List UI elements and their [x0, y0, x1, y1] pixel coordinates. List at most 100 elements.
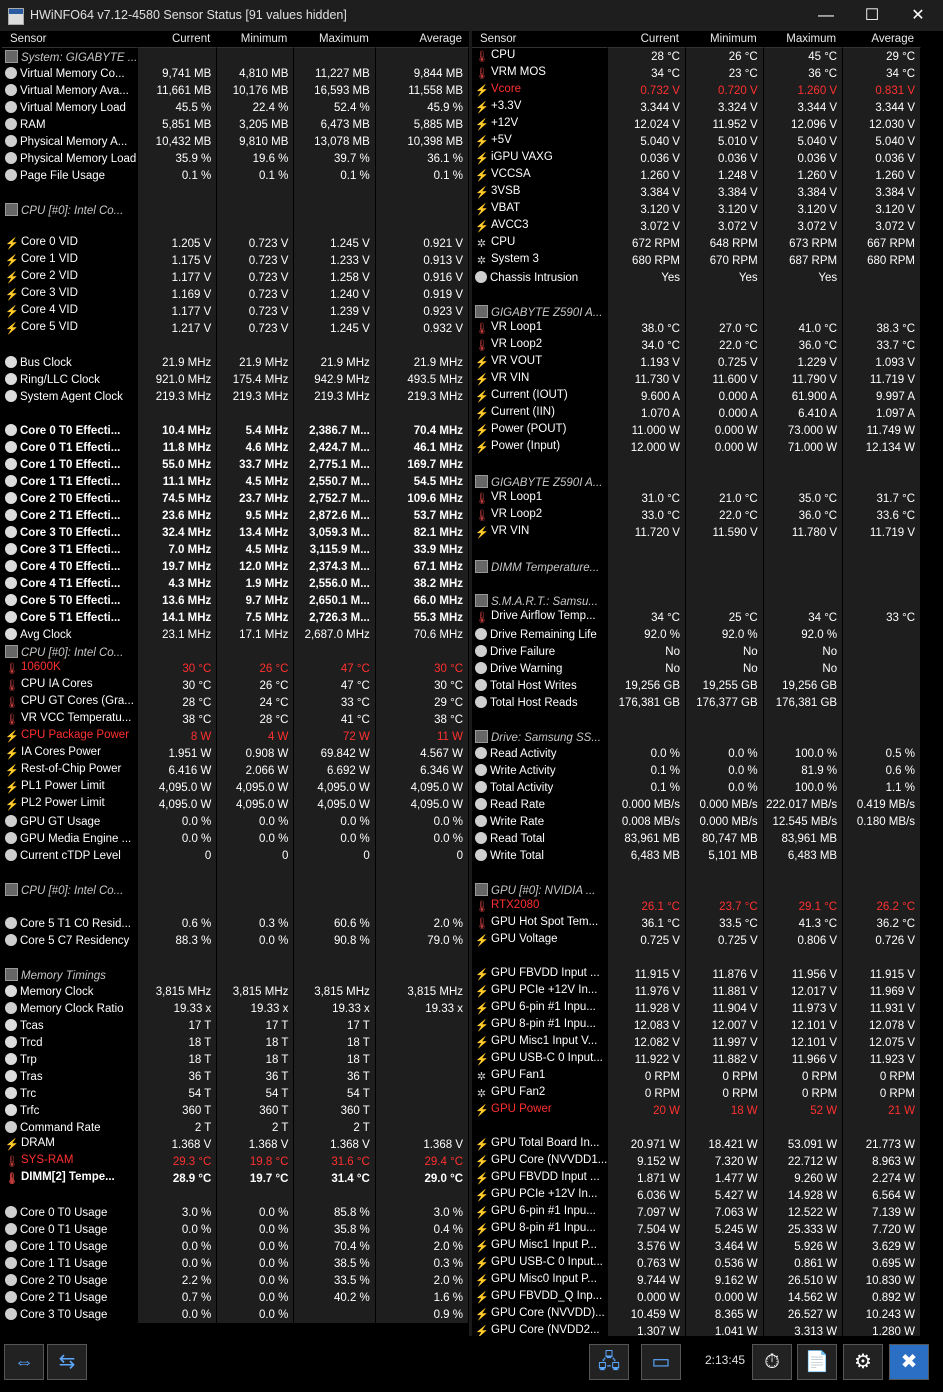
sensor-row[interactable]: 🌡 VR Loop1 31.0 °C 21.0 °C 35.0 °C 31.7 °C	[472, 490, 921, 507]
sensor-group-header[interactable]: System: GIGABYTE ...	[2, 48, 469, 65]
sensor-row[interactable]: Core 5 T0 Effecti... 13.6 MHz 9.7 MHz 2,650…	[2, 592, 469, 609]
sensor-row[interactable]: Core 4 T1 Effecti... 4.3 MHz 1.9 MHz 2,556.…	[2, 575, 469, 592]
sensor-row[interactable]: 🌡 SYS-RAM 29.3 °C 19.8 °C 31.6 °C 29.4 °C	[2, 1153, 469, 1170]
sensor-row[interactable]: Core 0 T0 Usage 3.0 % 0.0 % 85.8 % 3.0 %	[2, 1204, 469, 1221]
column-header-sensor[interactable]: Sensor	[472, 31, 609, 48]
expand-columns-icon[interactable]: ⇔	[4, 1344, 44, 1380]
sensor-row[interactable]: Total Host Reads 176,381 GB 176,377 GB 176,…	[472, 694, 921, 711]
sensor-row[interactable]: ⚡ Rest-of-Chip Power 6.416 W 2.066 W 6.692 W…	[2, 762, 469, 779]
sensor-row[interactable]: Core 2 T1 Effecti... 23.6 MHz 9.5 MHz 2,872…	[2, 507, 469, 524]
sensor-row[interactable]: Core 2 T0 Effecti... 74.5 MHz 23.7 MHz 2,75…	[2, 490, 469, 507]
column-header-average[interactable]: Average	[843, 31, 921, 48]
minimize-button[interactable]: —	[803, 0, 849, 31]
sensor-row[interactable]: 🌡 VR VCC Temperatu... 38 °C 28 °C 41 °C 38 °C	[2, 711, 469, 728]
sensor-row[interactable]: Core 1 T0 Effecti... 55.0 MHz 33.7 MHz 2,77…	[2, 456, 469, 473]
sensor-row[interactable]: ⚡ GPU Power 20 W 18 W 52 W 21 W	[472, 1102, 921, 1119]
sensor-row[interactable]: Ring/LLC Clock 921.0 MHz 175.4 MHz 942.9 MH…	[2, 371, 469, 388]
sensor-row[interactable]: ⚡ Power (POUT) 11.000 W 0.000 W 73.000 W 11.7…	[472, 422, 921, 439]
layout-icon[interactable]: ▭	[641, 1344, 681, 1380]
sensor-row[interactable]: ✲ CPU 672 RPM 648 RPM 673 RPM 667 RPM	[472, 235, 921, 252]
sensor-row[interactable]: Core 5 C7 Residency 88.3 % 0.0 % 90.8 % 79.0…	[2, 932, 469, 949]
column-header-sensor[interactable]: Sensor	[2, 31, 139, 48]
sensor-row[interactable]: Drive Failure No No No	[472, 643, 921, 660]
sensor-row[interactable]: RAM 5,851 MB 3,205 MB 6,473 MB 5,885 MB	[2, 116, 469, 133]
sensor-group-header[interactable]: CPU [#0]: Intel Co...	[2, 881, 469, 898]
column-header-minimum[interactable]: Minimum	[685, 31, 764, 48]
sensor-group-header[interactable]: GPU [#0]: NVIDIA ...	[472, 881, 921, 898]
sensor-row[interactable]: ✲ System 3 680 RPM 670 RPM 687 RPM 680 RPM	[472, 252, 921, 269]
sensor-row[interactable]: Virtual Memory Co... 9,741 MB 4,810 MB 11,2…	[2, 65, 469, 82]
scrollbar[interactable]	[921, 31, 943, 1336]
sensor-row[interactable]: 🌡 VR Loop1 38.0 °C 27.0 °C 41.0 °C 38.3 °C	[472, 320, 921, 337]
sensor-panel-right[interactable]: Sensor Current Minimum Maximum Average 🌡…	[472, 31, 921, 1336]
sensor-row[interactable]: Chassis Intrusion Yes Yes Yes	[472, 269, 921, 286]
sensor-row[interactable]: Read Total 83,961 MB 80,747 MB 83,961 MB	[472, 830, 921, 847]
sensor-row[interactable]: Drive Remaining Life 92.0 % 92.0 % 92.0 %	[472, 626, 921, 643]
close-sensors-icon[interactable]: ✖	[889, 1344, 929, 1380]
sensor-row[interactable]: ⚡ GPU Voltage 0.725 V 0.725 V 0.806 V 0.726 V	[472, 932, 921, 949]
sensor-row[interactable]: ⚡ GPU PCIe +12V In... 6.036 W 5.427 W 14.928…	[472, 1187, 921, 1204]
close-button[interactable]: ✕	[895, 0, 941, 31]
sensor-row[interactable]: ⚡ +3.3V 3.344 V 3.324 V 3.344 V 3.344 V	[472, 99, 921, 116]
sensor-row[interactable]: ⚡ GPU 6-pin #1 Inpu... 11.928 V 11.904 V 11.…	[472, 1000, 921, 1017]
sensor-row[interactable]: ⚡ AVCC3 3.072 V 3.072 V 3.072 V 3.072 V	[472, 218, 921, 235]
sensor-row[interactable]: Core 5 T1 C0 Resid... 0.6 % 0.3 % 60.6 % 2.0…	[2, 915, 469, 932]
sensor-row[interactable]: Tras 36 T 36 T 36 T	[2, 1068, 469, 1085]
sensor-row[interactable]: 🌡 GPU Hot Spot Tem... 36.1 °C 33.5 °C 41.3 °…	[472, 915, 921, 932]
sensor-row[interactable]: 🌡 VR Loop2 33.0 °C 22.0 °C 36.0 °C 33.6 °C	[472, 507, 921, 524]
sensor-row[interactable]: ⚡ GPU Core (NVVDD1... 9.152 W 7.320 W 22.712…	[472, 1153, 921, 1170]
sensor-row[interactable]: GPU GT Usage 0.0 % 0.0 % 0.0 % 0.0 %	[2, 813, 469, 830]
sensor-row[interactable]: Avg Clock 23.1 MHz 17.1 MHz 2,687.0 MHz 70.6…	[2, 626, 469, 643]
sensor-row[interactable]: ⚡ iGPU VAXG 0.036 V 0.036 V 0.036 V 0.036 V	[472, 150, 921, 167]
sensor-row[interactable]: ⚡ GPU USB-C 0 Input... 0.763 W 0.536 W 0.861…	[472, 1255, 921, 1272]
sensor-row[interactable]: ⚡ Power (Input) 12.000 W 0.000 W 71.000 W 12.…	[472, 439, 921, 456]
sensor-row[interactable]: ⚡ VR VIN 11.720 V 11.590 V 11.780 V 11.719 V	[472, 524, 921, 541]
sensor-group-header[interactable]: CPU [#0]: Intel Co...	[2, 643, 469, 660]
network-icon[interactable]: 🖧	[589, 1344, 629, 1380]
sensor-row[interactable]: ⚡ PL1 Power Limit 4,095.0 W 4,095.0 W 4,095.…	[2, 779, 469, 796]
sensor-row[interactable]: ⚡ +5V 5.040 V 5.010 V 5.040 V 5.040 V	[472, 133, 921, 150]
sensor-row[interactable]: ⚡ GPU Core (NVDD2... 1.307 W 1.041 W 3.313 W…	[472, 1323, 921, 1336]
sensor-row[interactable]: ⚡ GPU 8-pin #1 Inpu... 12.083 V 12.007 V 12.…	[472, 1017, 921, 1034]
sensor-group-header[interactable]: GIGABYTE Z590I A...	[472, 303, 921, 320]
sensor-row[interactable]: ⚡ +12V 12.024 V 11.952 V 12.096 V 12.030 V	[472, 116, 921, 133]
sensor-row[interactable]: ⚡ GPU Total Board In... 20.971 W 18.421 W 53…	[472, 1136, 921, 1153]
sensor-row[interactable]: Write Activity 0.1 % 0.0 % 81.9 % 0.6 %	[472, 762, 921, 779]
column-header-average[interactable]: Average	[375, 31, 469, 48]
sensor-row[interactable]: ⚡ GPU FBVDD_Q Inp... 0.000 W 0.000 W 14.562 …	[472, 1289, 921, 1306]
sensor-row[interactable]: 🌡 Drive Airflow Temp... 34 °C 25 °C 34 °C 33 …	[472, 609, 921, 626]
sensor-group-header[interactable]: Drive: Samsung SS...	[472, 728, 921, 745]
sensor-group-header[interactable]: CPU [#0]: Intel Co...	[2, 201, 469, 218]
sensor-row[interactable]: ⚡ GPU 8-pin #1 Inpu... 7.504 W 5.245 W 25.33…	[472, 1221, 921, 1238]
column-header-maximum[interactable]: Maximum	[294, 31, 376, 48]
sensor-row[interactable]: ⚡ GPU PCIe +12V In... 11.976 V 11.881 V 12.0…	[472, 983, 921, 1000]
sensor-row[interactable]: ⚡ CPU Package Power 8 W4 W 72 W 11 W	[2, 728, 469, 745]
sensor-row[interactable]: Memory Clock 3,815 MHz 3,815 MHz 3,815 MHz 3…	[2, 983, 469, 1000]
sensor-row[interactable]: 🌡 VR Loop2 34.0 °C 22.0 °C 36.0 °C 33.7 °C	[472, 337, 921, 354]
sensor-group-header[interactable]: DIMM Temperature...	[472, 558, 921, 575]
sensor-row[interactable]: Core 2 T1 Usage 0.7 % 0.0 % 40.2 % 1.6 %	[2, 1289, 469, 1306]
sensor-row[interactable]: Read Activity 0.0 % 0.0 % 100.0 % 0.5 %	[472, 745, 921, 762]
sensor-row[interactable]: ⚡ Current (IIN) 1.070 A 0.000 A 6.410 A 1.097…	[472, 405, 921, 422]
maximize-button[interactable]: ☐	[849, 0, 895, 31]
column-header-maximum[interactable]: Maximum	[763, 31, 844, 48]
sensor-group-header[interactable]: Memory Timings	[2, 966, 469, 983]
sensor-row[interactable]: Core 1 T1 Usage 0.0 % 0.0 % 38.5 % 0.3 %	[2, 1255, 469, 1272]
collapse-columns-icon[interactable]: ⇆	[47, 1344, 87, 1380]
sensor-row[interactable]: Trc 54 T 54 T 54 T	[2, 1085, 469, 1102]
sensor-row[interactable]: ⚡ DRAM 1.368 V 1.368 V 1.368 V 1.368 V	[2, 1136, 469, 1153]
sensor-row[interactable]: ⚡ GPU FBVDD Input ... 1.871 W 1.477 W 9.260 …	[472, 1170, 921, 1187]
sensor-row[interactable]: ⚡ Core 5 VID 1.217 V 0.723 V 1.245 V 0.932 V	[2, 320, 469, 337]
sensor-row[interactable]: Core 0 T1 Usage 0.0 % 0.0 % 35.8 % 0.4 %	[2, 1221, 469, 1238]
report-icon[interactable]: 📄	[797, 1344, 837, 1380]
sensor-row[interactable]: Trp 18 T 18 T 18 T	[2, 1051, 469, 1068]
sensor-row[interactable]: ⚡ Core 3 VID 1.169 V 0.723 V 1.240 V 0.919 V	[2, 286, 469, 303]
sensor-row[interactable]: 🌡 RTX2080 26.1 °C 23.7 °C 29.1 °C 26.2 °C	[472, 898, 921, 915]
column-header-minimum[interactable]: Minimum	[217, 31, 295, 48]
sensor-row[interactable]: ⚡ VBAT 3.120 V 3.120 V 3.120 V 3.120 V	[472, 201, 921, 218]
sensor-row[interactable]: Core 3 T0 Usage 0.0 % 0.0 % 0.9 %	[2, 1306, 469, 1323]
sensor-row[interactable]: Core 1 T0 Usage 0.0 % 0.0 % 70.4 % 2.0 %	[2, 1238, 469, 1255]
sensor-row[interactable]: ⚡ VCCSA 1.260 V 1.248 V 1.260 V 1.260 V	[472, 167, 921, 184]
sensor-row[interactable]: Trcd 18 T 18 T 18 T	[2, 1034, 469, 1051]
sensor-row[interactable]: Write Total 6,483 MB 5,101 MB 6,483 MB	[472, 847, 921, 864]
